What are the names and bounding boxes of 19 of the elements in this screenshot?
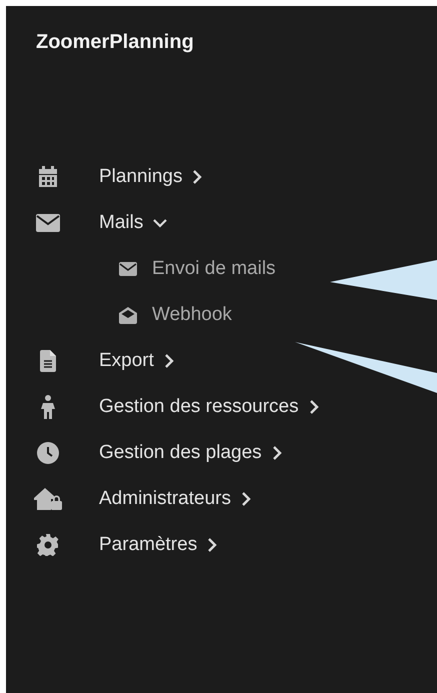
app-title: ZoomerPlanning — [36, 31, 194, 54]
menu-label[interactable]: Export — [99, 350, 154, 372]
settings-icon — [37, 534, 59, 556]
envelope-icon — [119, 262, 137, 276]
menu-label[interactable]: Gestion des ressources — [99, 396, 299, 418]
calendar-icon — [38, 166, 58, 188]
document-icon — [40, 350, 56, 372]
house-lock-icon — [34, 488, 62, 510]
submenu-item[interactable]: Envoi de mails — [152, 258, 276, 280]
submenu-item[interactable]: Webhook — [152, 304, 232, 326]
open-envelope-icon — [119, 306, 137, 324]
menu-label[interactable]: Paramètres — [99, 534, 198, 556]
menu-label[interactable]: Administrateurs — [99, 488, 231, 510]
envelope-icon — [36, 214, 60, 232]
menu-label[interactable]: Plannings — [99, 166, 182, 188]
clock-icon — [37, 442, 59, 464]
person-icon — [41, 395, 55, 419]
menu-label[interactable]: Gestion des plages — [99, 442, 262, 464]
menu-label[interactable]: Mails — [99, 212, 144, 234]
